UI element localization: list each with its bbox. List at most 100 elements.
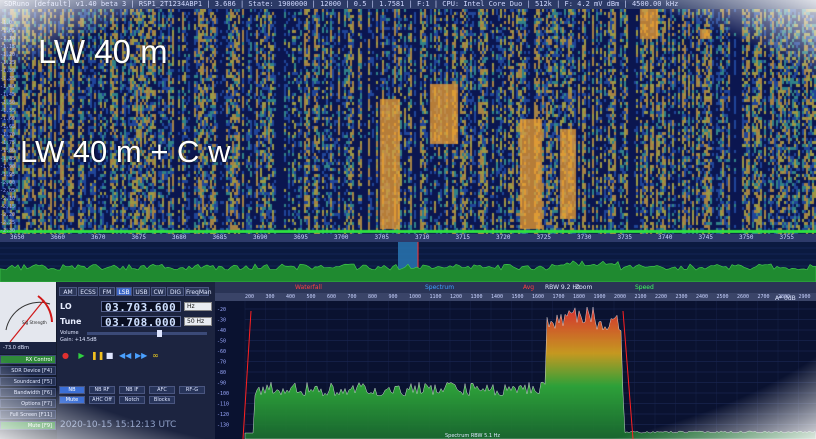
spectrum-db-label: -50 (217, 339, 226, 345)
side-button-full-screen-f11[interactable]: Full Screen [F11] (0, 410, 56, 419)
waterfall-frequency-tick: 3680 (172, 234, 187, 241)
waterfall-frequency-tick: 3735 (617, 234, 632, 241)
waterfall-scale-label: -1.30 (0, 68, 16, 74)
nr-button-ahc-off[interactable]: AHC Off (89, 396, 115, 404)
side-button-rx-control[interactable]: RX Control (0, 355, 56, 364)
rewind-icon[interactable]: ◀◀ (119, 351, 131, 360)
waterfall-frequency-tick: 3745 (698, 234, 713, 241)
mode-button-lsb[interactable]: LSB (116, 287, 132, 296)
spectrum-frequency-tick: 2100 (634, 294, 647, 300)
tuning-controls: AM ECSS FM LSB USB CW DIG FreqMan LO 03.703.600… (57, 282, 215, 439)
spectrum-db-label: -40 (217, 328, 226, 334)
nr-button-blocks[interactable]: Blocks (149, 396, 175, 404)
spectrum-frequency-tick: 2400 (696, 294, 709, 300)
waterfall-frequency-tick: 3750 (739, 234, 754, 241)
pause-icon[interactable]: ❚❚ (91, 351, 104, 360)
waterfall-scale-label: -1.90 (0, 164, 16, 170)
waterfall-scale-label: -1.10 (0, 36, 16, 42)
lo-step-select[interactable]: Hz (184, 302, 212, 311)
mode-button-ecss[interactable]: ECSS (78, 287, 98, 296)
waterfall-frequency-tick: 3740 (658, 234, 673, 241)
tune-frequency-display[interactable]: 03.708.000 (101, 316, 181, 328)
waterfall-scale-label: -1.45 (0, 92, 16, 98)
nr-button-rf-g[interactable]: RF-G (179, 386, 205, 394)
waterfall-scale-label: -1.25 (0, 60, 16, 66)
waterfall-scale-label: -1.65 (0, 124, 16, 130)
volume-slider-handle[interactable] (157, 330, 162, 337)
waterfall-scale-label: -2.15 (0, 204, 16, 210)
waterfall-frequency-axis[interactable]: 3650 3660 3670 3675 3680 3685 3690 3695 3700 3705… (0, 234, 816, 242)
spectrum-frequency-tick: 2200 (655, 294, 668, 300)
nr-button-afc[interactable]: AFC (149, 386, 175, 394)
spectrum-frequency-axis: 200 300 400 500 600 700 800 900 1000 1100 1200 1300… (215, 293, 816, 301)
wide-spectrum-panel[interactable] (0, 242, 816, 283)
spectrum-db-label: -100 (217, 391, 229, 397)
waterfall-scale-label: -2.10 (0, 196, 16, 202)
side-button-sdr-device-f4[interactable]: SDR Device [F4] (0, 366, 56, 375)
waterfall-scale-label: -2.20 (0, 212, 16, 218)
spectrum-frequency-tick: 1700 (552, 294, 565, 300)
waterfall-scale-label: -1.0 (0, 20, 13, 26)
spectrum-frequency-tick: 400 (286, 294, 296, 300)
sdr-app-window: SDRuno [default] v1.40 beta 3 | RSP1_2T1… (0, 0, 816, 439)
mode-button-am[interactable]: AM (59, 287, 77, 296)
nr-button-notch[interactable]: Notch (119, 396, 145, 404)
side-button-options-f7[interactable]: Options [F7] (0, 399, 56, 408)
loop-icon[interactable]: ∞ (151, 351, 160, 360)
spectrum-frequency-tick: 1900 (593, 294, 606, 300)
side-button-mute-f9[interactable]: Mute [F9] (0, 421, 56, 430)
waterfall-scale-label: -1.20 (0, 52, 16, 58)
waterfall-scale-label: -1.35 (0, 76, 16, 82)
waterfall-frequency-tick: 3725 (536, 234, 551, 241)
wide-spectrum-plot (0, 242, 816, 283)
waterfall-frequency-tick: 3690 (253, 234, 268, 241)
mode-button-usb[interactable]: USB (133, 287, 150, 296)
spectrum-footer: Spectrum RBW 5.1 Hz (445, 433, 500, 439)
spectrum-toolbar: Waterfall Spectrum RBW 9.2 Hz Avg Zoom Speed (215, 282, 816, 293)
spectrum-toolbar-waterfall[interactable]: Waterfall (295, 283, 322, 292)
side-button-soundcard-f5[interactable]: Soundcard [F5] (0, 377, 56, 386)
side-button-bandwidth-f6[interactable]: Bandwidth [F6] (0, 388, 56, 397)
audio-spectrum-plot[interactable]: -20 -30 -40 -50 -60 -70 -80 -90 -100 -110 -120 -130… (215, 301, 816, 439)
spectrum-db-label: -120 (217, 412, 229, 418)
waterfall-scale-label: -1.40 (0, 84, 16, 90)
volume-slider[interactable] (87, 330, 207, 337)
spectrum-frequency-tick: 1400 (491, 294, 504, 300)
waterfall-scale-label: -1.85 (0, 156, 16, 162)
waterfall-scale-label: -2.25 (0, 220, 16, 226)
mode-button-dig[interactable]: DIG (167, 287, 184, 296)
waterfall-frequency-tick: 3660 (50, 234, 65, 241)
waterfall-scale-label: -1.05 (0, 28, 16, 34)
waterfall-frequency-tick: 3650 (10, 234, 25, 241)
nr-button-nb-rf[interactable]: NB RF (89, 386, 115, 394)
mode-button-freqman[interactable]: FreqMan (185, 287, 212, 296)
nr-button-nb[interactable]: NB (59, 386, 85, 394)
mode-button-cw[interactable]: CW (151, 287, 166, 296)
spectrum-toolbar-speed[interactable]: Speed (635, 283, 654, 292)
waterfall-time-scale: -1.0 -1.05 -1.10 -1.15 -1.20 -1.25 -1.30 -1.35 -… (0, 19, 22, 239)
waterfall-scale-label: -2.00 (0, 180, 16, 186)
waterfall-scale-label: -2.05 (0, 188, 16, 194)
play-icon[interactable]: ▶ (77, 351, 86, 360)
spectrum-toolbar-zoom[interactable]: Zoom (575, 283, 592, 292)
mode-button-fm[interactable]: FM (99, 287, 115, 296)
stop-icon[interactable]: ■ (105, 351, 114, 360)
record-icon[interactable]: ● (61, 351, 70, 360)
nr-button-nb-if[interactable]: NB IF (119, 386, 145, 394)
lo-frequency-display[interactable]: 03.703.600 (101, 301, 181, 313)
fast-forward-icon[interactable]: ▶▶ (135, 351, 147, 360)
spectrum-frequency-tick: 2300 (675, 294, 688, 300)
nr-button-mute[interactable]: Mute (59, 396, 85, 404)
tune-step-select[interactable]: 50 Hz (184, 317, 212, 326)
spectrum-db-label: -130 (217, 423, 229, 429)
audio-spectrum-window[interactable]: Waterfall Spectrum RBW 9.2 Hz Avg Zoom Speed … (215, 282, 816, 439)
spectrum-frequency-tick: 2000 (614, 294, 627, 300)
waterfall-frequency-tick: 3730 (577, 234, 592, 241)
main-waterfall[interactable]: -1.0 -1.05 -1.10 -1.15 -1.20 -1.25 -1.30 -1.35 -… (0, 9, 816, 234)
spectrum-frequency-tick: 800 (368, 294, 378, 300)
spectrum-toolbar-avg[interactable]: Avg (523, 283, 534, 292)
spectrum-toolbar-spectrum[interactable]: Spectrum (425, 283, 454, 292)
tune-label: Tune (60, 317, 82, 326)
s-meter-label: Sig Strength (22, 320, 47, 325)
rx-control-panel: Sig Strength -73.0 dBm RX Control SDR Dev… (0, 282, 215, 439)
